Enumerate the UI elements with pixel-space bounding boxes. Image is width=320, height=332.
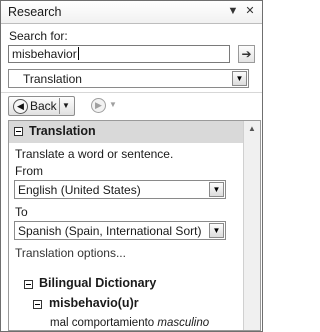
definition-gender: masculino [157,317,210,329]
chevron-down-icon[interactable]: ▼ [209,223,224,238]
pane-titlebar: Research ▼ ✕ [1,1,262,24]
chevron-down-icon[interactable]: ▼ [232,71,247,86]
close-icon[interactable]: ✕ [243,4,257,18]
chevron-down-icon[interactable]: ▼ [209,182,224,197]
results-scrollbar[interactable]: ▲ [243,121,260,330]
pane-menu-icon[interactable]: ▼ [226,4,240,18]
research-pane: Research ▼ ✕ Search for: misbehavior ➔ T… [0,0,263,332]
forward-arrow-icon: ▶ [91,98,106,113]
back-button[interactable]: ◀ Back ▼ [8,96,75,116]
navigation-toolbar: ◀ Back ▼ ▶ ▼ [1,92,262,119]
results-pane: Translation Translate a word or sentence… [8,120,261,331]
to-language-select[interactable]: Spanish (Spain, International Sort) ▼ [14,221,226,240]
search-input-value: misbehavior [12,47,77,61]
back-arrow-icon: ◀ [13,99,28,114]
bilingual-dictionary-title: Bilingual Dictionary [39,276,157,290]
to-label: To [15,205,28,219]
from-language-select[interactable]: English (United States) ▼ [14,180,226,199]
collapse-box-icon[interactable] [24,280,33,289]
pane-title: Research [8,5,62,19]
back-button-label: Back [30,99,57,113]
from-language-value: English (United States) [18,183,141,197]
back-history-chevron-icon[interactable]: ▼ [62,98,70,114]
collapse-box-icon[interactable] [14,127,23,136]
start-searching-button[interactable]: ➔ [238,45,255,63]
reference-source-select[interactable]: Translation ▼ [8,69,249,88]
back-button-divider [59,98,60,114]
forward-button[interactable]: ▶ ▼ [89,98,127,114]
reference-source-value: Translation [23,72,82,86]
text-caret [77,47,79,60]
translation-intro-text: Translate a word or sentence. [15,147,174,161]
to-language-value: Spanish (Spain, International Sort) [18,224,202,238]
definition-text: mal comportamiento [50,317,158,329]
dictionary-entry-headword: misbehavio(u)r [49,296,139,310]
translation-section-header[interactable]: Translation [9,121,243,143]
collapse-box-icon[interactable] [33,300,42,309]
search-label: Search for: [9,29,68,43]
dictionary-definition: mal comportamiento masculino [50,317,209,329]
search-input[interactable]: misbehavior [8,45,230,63]
from-label: From [15,164,43,178]
scroll-up-arrow-icon[interactable]: ▲ [244,121,260,137]
go-arrow-icon: ➔ [241,47,252,61]
translation-options-link[interactable]: Translation options... [15,246,126,260]
translation-section-title: Translation [29,124,96,138]
forward-history-chevron-icon[interactable]: ▼ [109,98,117,112]
